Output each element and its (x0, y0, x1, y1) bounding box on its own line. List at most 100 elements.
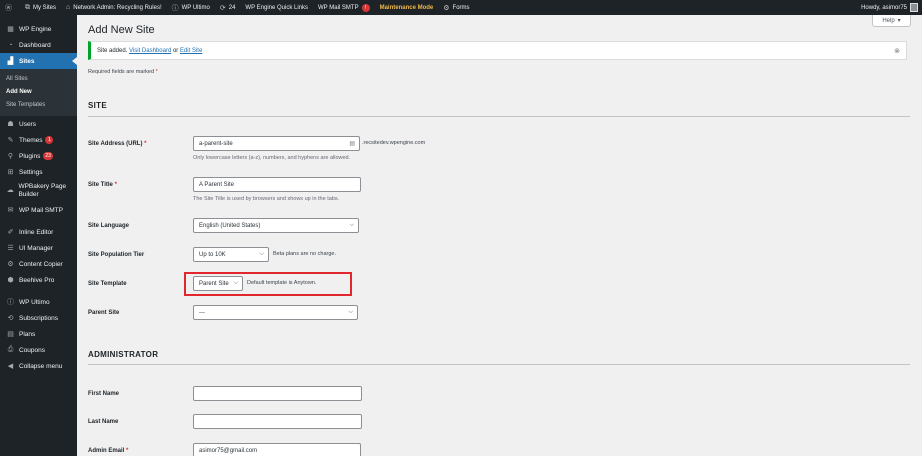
sidebar-item-users[interactable]: ☗ Users (0, 116, 77, 132)
notice-or: or (172, 47, 179, 54)
sidebar-item-wp-mail-smtp[interactable]: ✉ WP Mail SMTP (0, 202, 77, 218)
forms-icon: ⚙ (443, 4, 450, 12)
sidebar-item-themes[interactable]: ✎ Themes 1 (0, 132, 77, 148)
sidebar-item-sites[interactable]: ▟ Sites (0, 53, 77, 69)
avatar (910, 3, 918, 12)
adminbar-item-7[interactable]: Maintenance Mode (375, 0, 439, 15)
adminbar-item-0[interactable]: ⓦ (0, 0, 20, 15)
required-star: * (144, 141, 147, 147)
sidebar-item-label: Sites (19, 57, 35, 65)
wpbakery-icon: ☁ (6, 187, 14, 194)
dismiss-icon[interactable]: ⊗ (894, 47, 900, 55)
mail-icon: ✉ (7, 207, 14, 214)
parent-site-select[interactable]: --- ⌵ (193, 305, 358, 320)
sidebar-item-plans[interactable]: ▤ Plans (0, 326, 77, 342)
sidebar-item-wp-engine[interactable]: ▦ WP Engine (0, 21, 77, 37)
sidebar-item-inline-editor[interactable]: ✐ Inline Editor (0, 224, 77, 240)
home-icon: ⌂ (66, 4, 71, 11)
sidebar-item-coupons[interactable]: ⎙ Coupons (0, 342, 77, 358)
site-template-select[interactable]: Parent Site ⌵ (193, 276, 243, 291)
adminbar-item-1[interactable]: ⧉ My Sites (20, 0, 61, 15)
wp-engine-icon: ▦ (7, 26, 14, 33)
sidebar-item-label: WP Ultimo (19, 298, 50, 306)
adminbar-item-4[interactable]: ⟳ 24 (215, 0, 241, 15)
sidebar-item-label: Dashboard (19, 41, 51, 49)
main-content: Help ▾ Add New Site Site added. Visit Da… (77, 15, 922, 456)
site-address-input[interactable]: a-parent-site ▤ (193, 136, 360, 151)
adminbar-item-6[interactable]: WP Mail SMTP! (313, 0, 375, 15)
help-tab[interactable]: Help ▾ (872, 15, 911, 27)
site-title-input[interactable]: A Parent Site (193, 177, 361, 192)
site-title-label: Site Title * (88, 182, 117, 188)
admin-email-value: asimor75@gmail.com (199, 447, 258, 454)
required-note: Required fields are marked * (88, 69, 158, 75)
chevron-down-icon: ▾ (897, 18, 901, 24)
last-name-input[interactable] (193, 414, 362, 429)
site-address-label: Site Address (URL) * (88, 141, 146, 147)
chevron-down-icon: ⌵ (259, 251, 264, 257)
sidebar-item-label: Users (19, 120, 36, 128)
parent-site-value: --- (199, 309, 205, 316)
submenu-item-add-new[interactable]: Add New (0, 86, 77, 99)
chevron-down-icon: ⌵ (349, 222, 354, 228)
admin-email-label-text: Admin Email (88, 448, 125, 454)
admin-bar: ⓦ ⧉ My Sites ⌂ Network Admin: Recycling Rule… (0, 0, 922, 15)
account-menu[interactable]: Howdy, asimor75 (861, 0, 922, 15)
last-name-label: Last Name (88, 419, 119, 425)
sidebar-item-dashboard[interactable]: ◔ Dashboard (0, 37, 77, 53)
site-language-select[interactable]: English (United States) ⌵ (193, 218, 359, 233)
sidebar-item-label: Themes (19, 136, 43, 144)
sidebar-item-label: Subscriptions (19, 314, 59, 322)
submenu-item-all-sites[interactable]: All Sites (0, 73, 77, 86)
wp-ultimo-icon: ⓘ (171, 4, 179, 12)
sidebar-item-wp-ultimo[interactable]: ⓘ WP Ultimo (0, 294, 77, 310)
wordpress-icon: ⓦ (5, 4, 12, 12)
sidebar-item-plugins[interactable]: ⚲ Plugins 23 (0, 148, 77, 164)
site-address-value: a-parent-site (199, 140, 233, 147)
settings-icon: ⊞ (7, 169, 14, 176)
dashboard-icon: ◔ (8, 41, 13, 49)
adminbar-item-8[interactable]: ⚙ Forms (438, 0, 474, 15)
sidebar-item-settings[interactable]: ⊞ Settings (0, 164, 77, 180)
sidebar-item-subscriptions[interactable]: ⟲ Subscriptions (0, 310, 77, 326)
site-address-label-text: Site Address (URL) (88, 141, 143, 147)
template-note: Default template is Anytown. (247, 280, 317, 286)
copier-icon: ⚙ (7, 261, 14, 268)
sidebar-item-ui-manager[interactable]: ☰ UI Manager (0, 240, 77, 256)
visit-dashboard-link[interactable]: Visit Dashboard (129, 48, 171, 54)
sidebar-item-content-copier[interactable]: ⚙ Content Copier (0, 256, 77, 272)
admin-email-input[interactable]: asimor75@gmail.com (193, 443, 361, 456)
page-title: Add New Site (88, 24, 155, 36)
sidebar-item-label: Settings (19, 168, 43, 176)
autofill-icon: ▤ (349, 141, 355, 147)
success-notice: Site added. Visit Dashboard or Edit Site… (88, 41, 907, 60)
section-divider (88, 364, 910, 365)
site-section-title: SITE (88, 101, 107, 110)
notification-badge: ! (361, 3, 370, 12)
edit-site-link[interactable]: Edit Site (180, 48, 202, 54)
site-population-tier-select[interactable]: Up to 10K ⌵ (193, 247, 269, 262)
update-count-badge: 23 (43, 152, 53, 160)
sidebar-item-collapse-menu[interactable]: ◀ Collapse menu (0, 358, 77, 374)
administrator-section-title: ADMINISTRATOR (88, 350, 159, 359)
sidebar-item-label: Collapse menu (19, 362, 63, 370)
sidebar-item-label: Inline Editor (19, 228, 54, 236)
required-star: * (114, 182, 117, 188)
site-language-label: Site Language (88, 223, 130, 229)
adminbar-item-3[interactable]: ⓘ WP Ultimo (167, 0, 215, 15)
section-divider (88, 116, 910, 117)
required-star: * (126, 448, 129, 454)
site-title-value: A Parent Site (199, 181, 235, 188)
adminbar-item-label: Maintenance Mode (379, 4, 434, 11)
submenu-item-site-templates[interactable]: Site Templates (0, 99, 77, 112)
required-star: * (155, 69, 158, 75)
sidebar-item-label: Plans (19, 330, 36, 338)
notice-text: Site added. (97, 47, 128, 54)
adminbar-item-5[interactable]: WP Engine Quick Links (240, 0, 313, 15)
my-sites-icon: ⧉ (25, 3, 30, 11)
sidebar-item-wpbakery[interactable]: ☁ WPBakery Page Builder (0, 180, 77, 202)
first-name-input[interactable] (193, 386, 362, 401)
sidebar-item-beehive-pro[interactable]: ⬢ Beehive Pro (0, 272, 77, 288)
plugins-icon: ⚲ (7, 153, 14, 160)
adminbar-item-2[interactable]: ⌂ Network Admin: Recycling Rules! (61, 0, 167, 15)
